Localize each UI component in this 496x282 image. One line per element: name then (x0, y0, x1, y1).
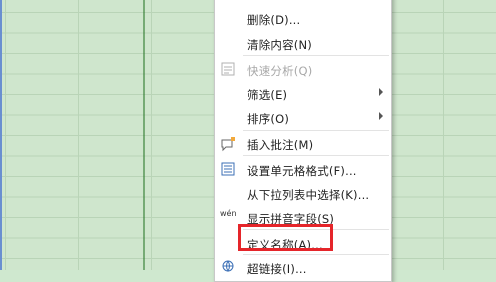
menu-item-label: 清除内容(N) (247, 38, 312, 52)
menu-item-label: 设置单元格格式(F)... (247, 164, 357, 178)
menu-item-label: 排序(O) (247, 112, 290, 126)
menu-separator (243, 55, 389, 56)
quick-analysis-icon (220, 62, 236, 78)
menu-item-sort[interactable]: 排序(O) (215, 108, 391, 128)
menu-item-label: 插入批注(M) (247, 138, 314, 152)
menu-item-label: 删除(D)... (247, 13, 301, 27)
menu-item-clear-contents[interactable]: 清除内容(N) (215, 34, 391, 54)
menu-item-label: 筛选(E) (247, 88, 288, 102)
phonetic-icon: wén (220, 209, 237, 218)
menu-item-format-cells[interactable]: 设置单元格格式(F)... (215, 160, 391, 180)
menu-item-pick-from-list[interactable]: 从下拉列表中选择(K)... (215, 184, 391, 204)
menu-item-label: 超链接(I)... (247, 262, 307, 276)
menu-separator (243, 254, 389, 255)
highlight-box (238, 224, 333, 251)
menu-separator (243, 130, 389, 131)
row-header-edge (0, 0, 2, 270)
selection-border (143, 0, 145, 270)
submenu-arrow-icon (379, 88, 383, 96)
menu-separator (243, 155, 389, 156)
format-cells-icon (220, 162, 236, 178)
menu-item-insert-comment[interactable]: 插入批注(M) (215, 134, 391, 154)
submenu-arrow-icon (379, 112, 383, 120)
comment-icon (220, 136, 236, 152)
menu-item-delete[interactable]: 删除(D)... (215, 9, 391, 29)
menu-item-filter[interactable]: 筛选(E) (215, 84, 391, 104)
hyperlink-icon (220, 260, 236, 276)
menu-item-label: 从下拉列表中选择(K)... (247, 188, 370, 202)
menu-item-quick-analysis[interactable]: 快速分析(Q) (215, 60, 391, 80)
menu-item-hyperlink[interactable]: 超链接(I)... (215, 258, 391, 278)
menu-item-label: 快速分析(Q) (247, 64, 313, 78)
